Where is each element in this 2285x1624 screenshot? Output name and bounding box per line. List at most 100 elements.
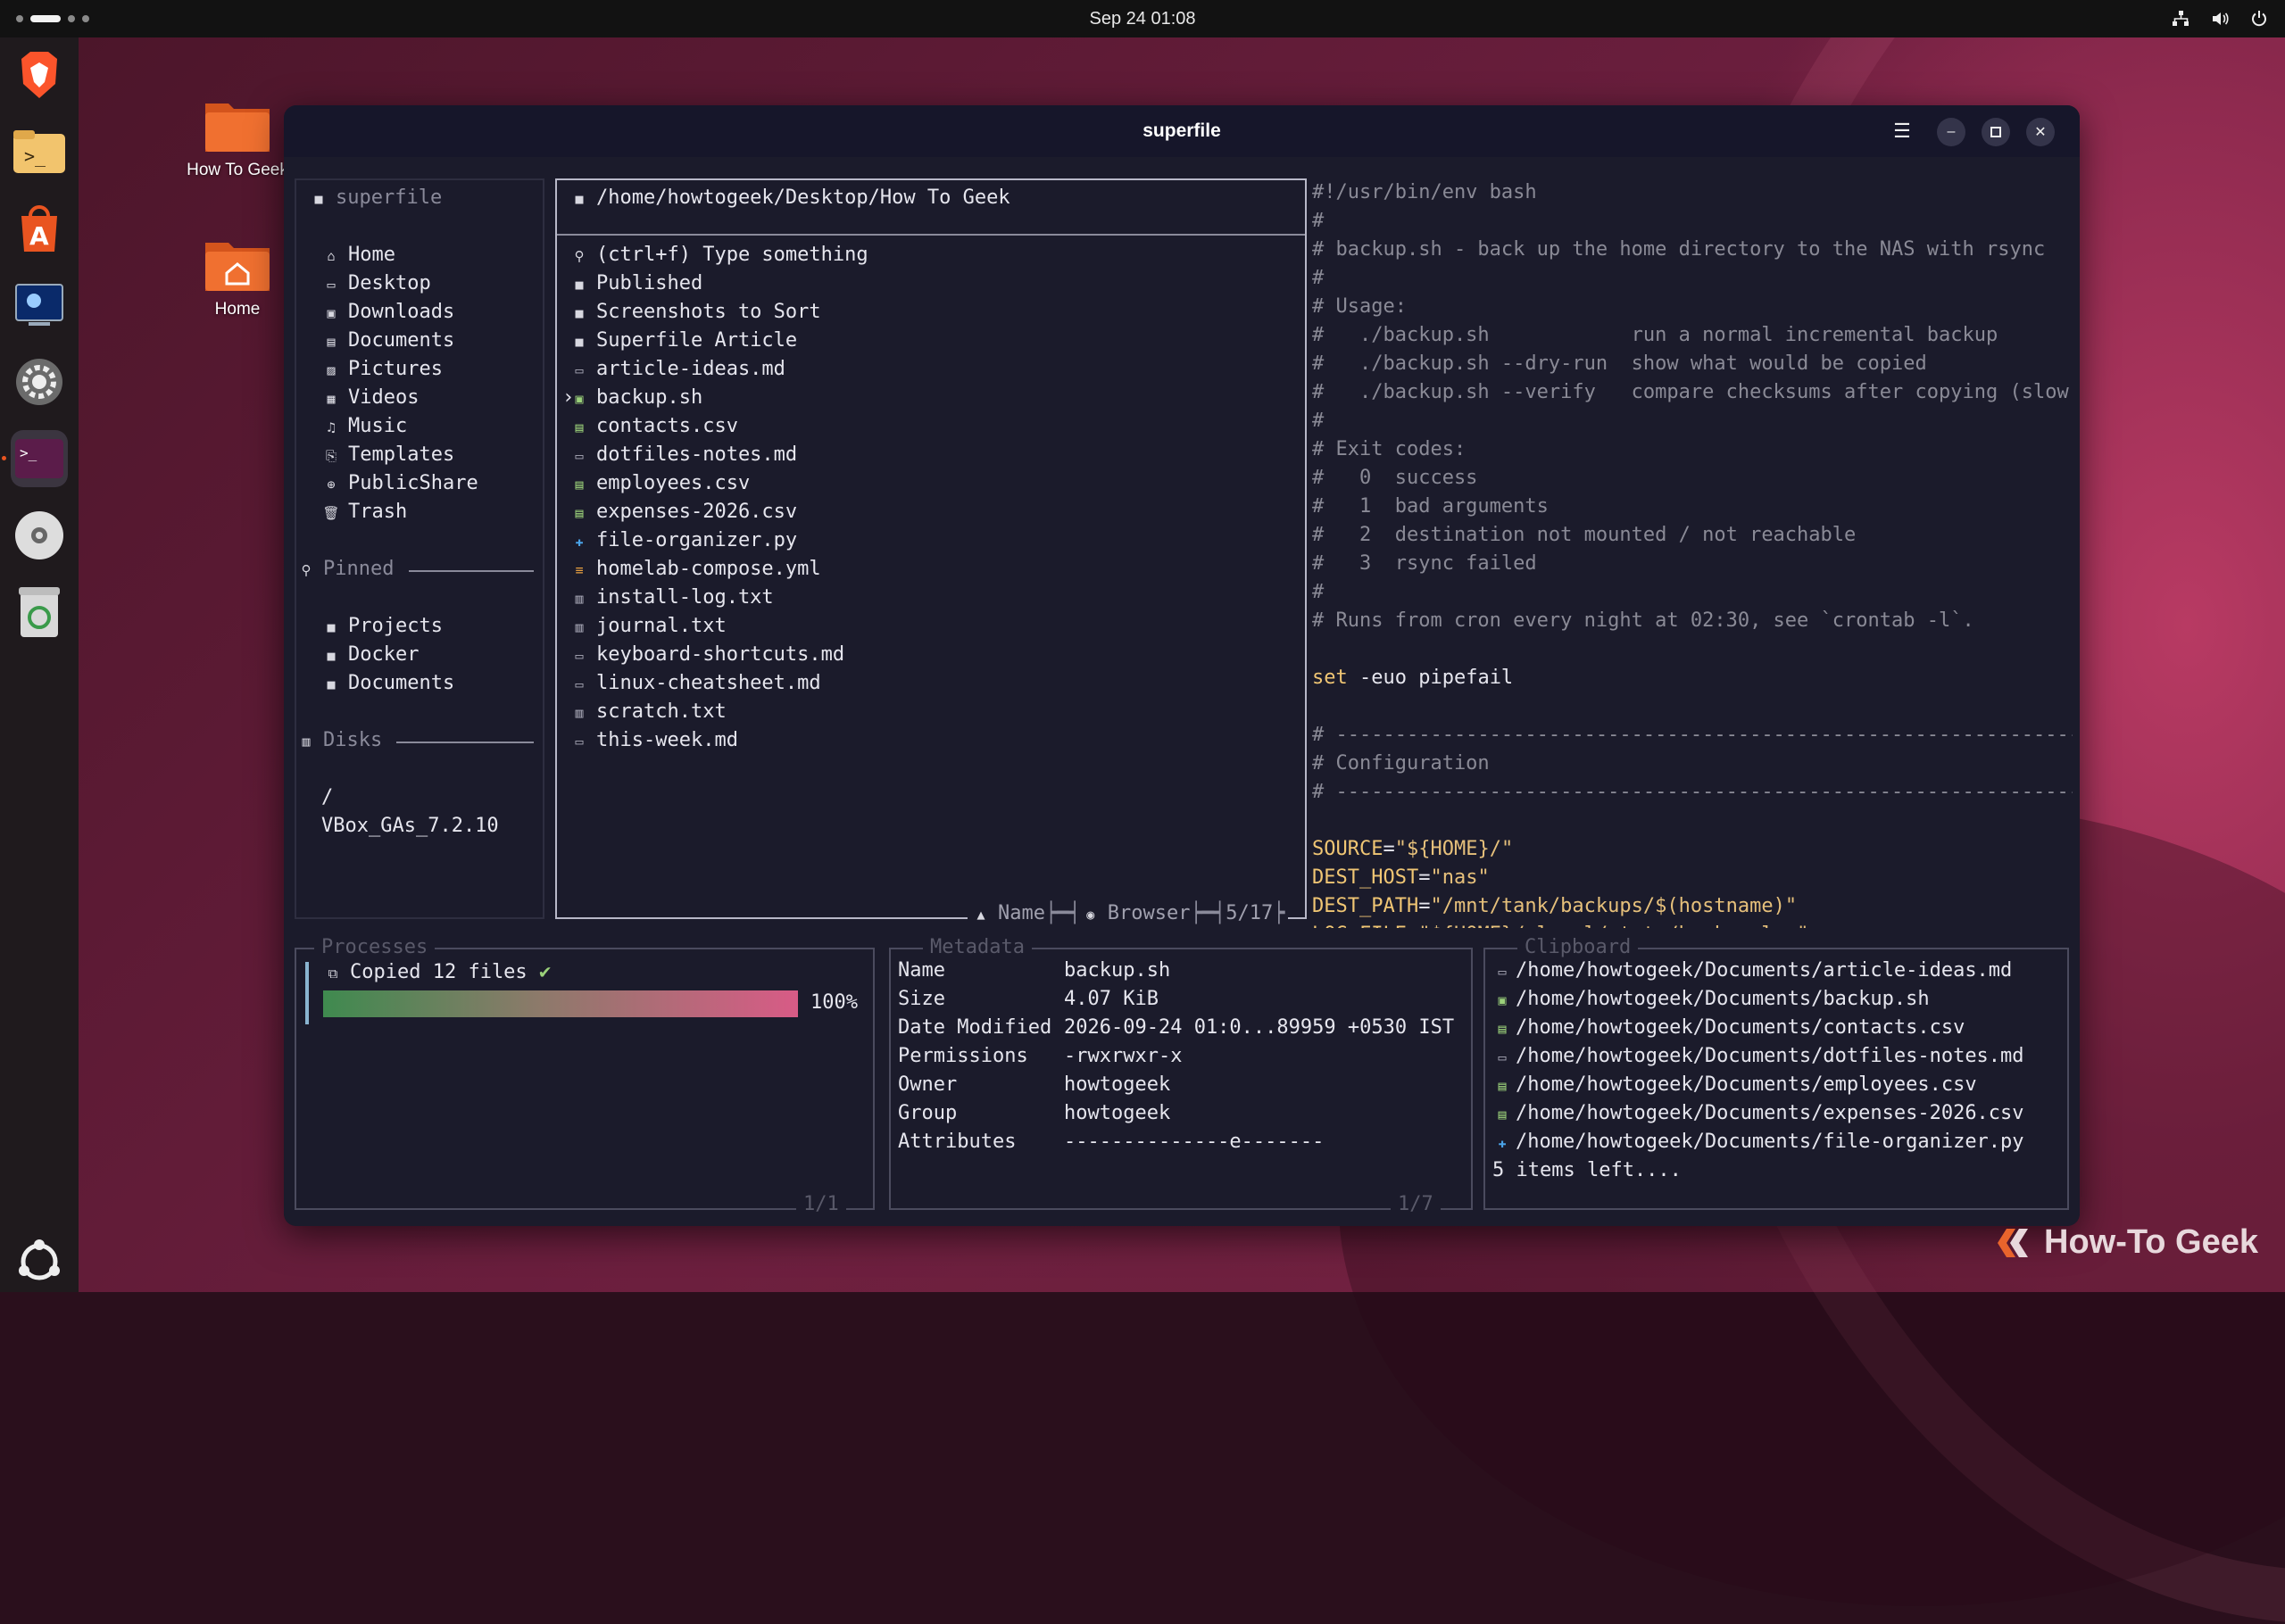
desktop-folder-how-to-geek[interactable]: How To Geek	[184, 96, 291, 180]
file-list-item[interactable]: ▤ employees.csv	[569, 469, 750, 499]
picture-icon: ▨	[327, 362, 336, 378]
video-icon: ▦	[327, 391, 336, 407]
disc-icon[interactable]	[11, 507, 68, 564]
markdown-icon: ▭	[575, 676, 584, 692]
sidebar-item-documents[interactable]: ▤ Documents	[321, 327, 454, 356]
file-name: linux-cheatsheet.md	[596, 672, 821, 694]
disk-item-root[interactable]: /	[321, 783, 333, 812]
superfile-window: superfile ☰ – ✕ ■ superfile ⌂ Home ▭ Deskto…	[284, 105, 2080, 1226]
download-icon: ▣	[327, 305, 336, 321]
file-list-item[interactable]: ▭ this-week.md	[569, 726, 737, 756]
file-list-item[interactable]: ▤ contacts.csv	[569, 412, 737, 442]
hamburger-menu-icon[interactable]: ☰	[1890, 120, 1914, 143]
sidebar-item-downloads[interactable]: ▣ Downloads	[321, 298, 454, 327]
file-list-item[interactable]: ▤ expenses-2026.csv	[569, 498, 797, 527]
terminal-icon[interactable]: >_	[11, 430, 68, 487]
file-list-item[interactable]: ▭ linux-cheatsheet.md	[569, 669, 821, 699]
script-icon: ▣	[1498, 992, 1507, 1008]
power-icon[interactable]	[2249, 9, 2269, 29]
trash-icon[interactable]	[11, 584, 68, 641]
file-list-item[interactable]: ▭ keyboard-shortcuts.md	[569, 641, 844, 670]
globe-icon: ⊕	[327, 476, 336, 493]
preview-line: # 3 rsync failed	[1312, 552, 1537, 575]
clock[interactable]: Sep 24 01:08	[0, 0, 2285, 37]
network-icon[interactable]	[2171, 9, 2190, 29]
trash-icon: 🗑	[322, 505, 340, 521]
cursor-chevron-icon: ›	[562, 386, 575, 409]
markdown-icon: ▭	[1498, 1049, 1507, 1065]
desktop-folder-home[interactable]: Home	[184, 236, 291, 319]
settings-icon[interactable]	[11, 353, 68, 410]
clipboard-item[interactable]: ▤ /home/howtogeek/Documents/expenses-2026…	[1492, 1099, 2023, 1129]
sidebar-item-videos[interactable]: ▦ Videos	[321, 384, 419, 413]
divider	[409, 570, 534, 572]
sort-up-icon: ▲	[976, 907, 985, 923]
clipboard-path: /home/howtogeek/Documents/article-ideas.…	[1516, 959, 2013, 982]
sidebar-item-trash[interactable]: 🗑 Trash	[321, 498, 407, 527]
desktop-icon-label: How To Geek	[187, 161, 288, 179]
title-bar[interactable]: superfile ☰ – ✕	[284, 105, 2080, 157]
file-list-item[interactable]: ▥ journal.txt	[569, 612, 726, 642]
file-list-item[interactable]: ▭ article-ideas.md	[569, 355, 785, 385]
clipboard-item[interactable]: ▣ /home/howtogeek/Documents/backup.sh	[1492, 985, 1929, 1015]
maximize-button[interactable]	[1982, 118, 2010, 146]
search-input[interactable]: ⚲ (ctrl+f) Type something	[569, 241, 868, 270]
system-tray[interactable]	[2171, 9, 2269, 29]
file-list-item[interactable]: ▥ install-log.txt	[569, 584, 773, 613]
mode-indicator[interactable]: ◉ Browser	[1081, 902, 1190, 924]
clipboard-item[interactable]: ▭ /home/howtogeek/Documents/dotfiles-note…	[1492, 1042, 2024, 1072]
metadata-key: Name	[898, 959, 945, 982]
python-icon: ✚	[1498, 1135, 1507, 1151]
clipboard-item[interactable]: ▤ /home/howtogeek/Documents/employees.csv	[1492, 1071, 1976, 1100]
clipboard-item[interactable]: ✚ /home/howtogeek/Documents/file-organize…	[1492, 1128, 2023, 1157]
pinned-section-header: ⚲ Pinned	[296, 555, 395, 584]
app-center-icon[interactable]: A	[11, 200, 68, 257]
show-apps-icon[interactable]	[11, 1233, 68, 1290]
file-list-item[interactable]: ■ Published	[569, 269, 702, 299]
metadata-key: Owner	[898, 1073, 958, 1096]
pinned-item-projects[interactable]: ■ Projects	[321, 612, 442, 642]
preview-line: SOURCE="${HOME}/"	[1312, 838, 1514, 860]
running-indicator	[2, 456, 6, 460]
file-list-item[interactable]: ≡ homelab-compose.yml	[569, 555, 820, 584]
preview-line: # backup.sh - back up the home directory…	[1312, 238, 2046, 261]
progress-text: 100%	[810, 991, 858, 1014]
file-list-item[interactable]: ■ Screenshots to Sort	[569, 298, 820, 327]
file-list-item[interactable]: › ▣ backup.sh	[562, 384, 702, 413]
sort-indicator[interactable]: ▲ Name	[971, 902, 1045, 924]
brave-browser-icon[interactable]	[11, 46, 68, 104]
sidebar-item-music[interactable]: ♫ Music	[321, 412, 407, 442]
file-name: expenses-2026.csv	[596, 501, 798, 523]
folder-icon: ■	[575, 191, 584, 207]
pinned-item-documents[interactable]: ■ Documents	[321, 669, 454, 699]
file-name: Published	[596, 272, 703, 294]
folder-icon: ■	[575, 334, 584, 350]
file-list-item[interactable]: ✚ file-organizer.py	[569, 526, 797, 556]
markdown-icon: ▭	[575, 733, 584, 750]
minimize-button[interactable]: –	[1937, 118, 1965, 146]
process-item[interactable]: ⧉ Copied 12 files ✔	[323, 958, 552, 988]
sidebar-item-publicshare[interactable]: ⊕ PublicShare	[321, 469, 478, 499]
file-list-item[interactable]: ▭ dotfiles-notes.md	[569, 441, 797, 470]
preview-line: # --------------------------------------…	[1312, 781, 2073, 803]
sidebar-item-pictures[interactable]: ▨ Pictures	[321, 355, 442, 385]
file-name: employees.csv	[596, 472, 751, 494]
clipboard-path: /home/howtogeek/Documents/dotfiles-notes…	[1516, 1045, 2024, 1067]
volume-icon[interactable]	[2210, 9, 2230, 29]
close-button[interactable]: ✕	[2026, 118, 2055, 146]
disk-item-vbox[interactable]: VBox_GAs_7.2.10	[321, 812, 499, 841]
sidebar-item-templates[interactable]: ⎘ Templates	[321, 441, 454, 470]
clipboard-item[interactable]: ▤ /home/howtogeek/Documents/contacts.csv	[1492, 1014, 1965, 1043]
files-app-icon[interactable]: >_	[11, 123, 68, 180]
remote-desktop-icon[interactable]	[11, 277, 68, 334]
pinned-item-docker[interactable]: ■ Docker	[321, 641, 419, 670]
clipboard-item[interactable]: ▭ /home/howtogeek/Documents/article-ideas…	[1492, 957, 2012, 986]
file-list-item[interactable]: ■ Superfile Article	[569, 327, 797, 356]
sidebar-item-desktop[interactable]: ▭ Desktop	[321, 269, 430, 299]
file-list-item[interactable]: ▥ scratch.txt	[569, 698, 726, 727]
how-to-geek-logo-icon	[1998, 1228, 2028, 1257]
divider	[396, 742, 534, 743]
markdown-icon: ▭	[1498, 964, 1507, 980]
metadata-value: 4.07 KiB	[1064, 988, 1159, 1010]
sidebar-item-home[interactable]: ⌂ Home	[321, 241, 395, 270]
